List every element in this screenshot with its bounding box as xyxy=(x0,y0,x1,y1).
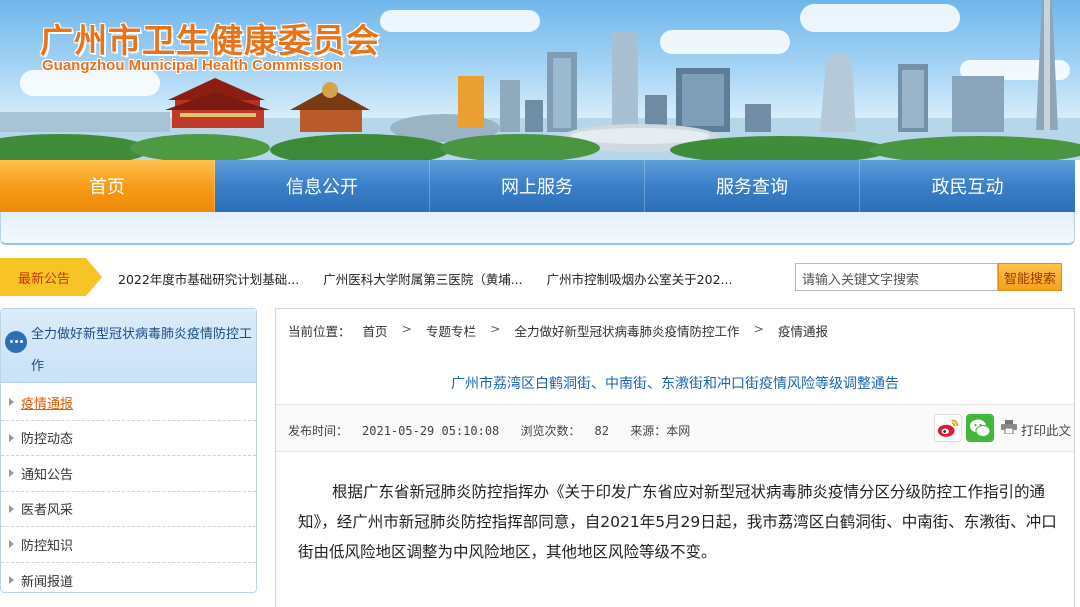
views-label: 浏览次数： xyxy=(520,424,581,438)
sidebar-item-epidemic-report[interactable]: 疫情通报 xyxy=(1,385,256,421)
sidebar-item-label: 防控知识 xyxy=(21,538,74,554)
published-label: 发布时间： xyxy=(288,424,349,438)
published-date: 2021-05-29 05:10:08 xyxy=(362,424,500,438)
sidebar: 全力做好新型冠状病毒肺炎疫情防控工作 疫情通报 防控动态 通知公告 医者风采 防… xyxy=(0,308,257,593)
article-panel: 当前位置： 首页 > 专题专栏 > 全力做好新型冠状病毒肺炎疫情防控工作 > 疫… xyxy=(275,308,1075,607)
breadcrumb-covid-link[interactable]: 全力做好新型冠状病毒肺炎疫情防控工作 xyxy=(515,321,740,340)
site-banner: 广州市卫生健康委员会 Guangzhou Municipal Health Co… xyxy=(0,0,1080,160)
sidebar-item-label: 通知公告 xyxy=(21,467,74,483)
chevron-right-icon: > xyxy=(401,321,413,336)
notice-item[interactable]: 广州医科大学附属第三医院（黄埔... xyxy=(323,269,522,288)
search-input[interactable]: 请输入关键文字搜索 xyxy=(795,263,998,291)
views-count: 82 xyxy=(594,424,609,438)
wechat-share-icon[interactable] xyxy=(966,414,994,442)
article-body: 根据广东省新冠肺炎防控指挥办《关于印发广东省应对新型冠状病毒肺炎疫情分区分级防控… xyxy=(298,483,1057,561)
notice-tag-badge xyxy=(0,258,102,296)
sidebar-item-prevention-news[interactable]: 防控动态 xyxy=(1,421,256,456)
site-title: 广州市卫生健康委员会 xyxy=(40,21,380,60)
bullet-triangle-icon xyxy=(9,504,14,513)
breadcrumb-prefix: 当前位置： xyxy=(288,324,351,339)
sidebar-item-medical-staff[interactable]: 医者风采 xyxy=(1,492,256,527)
source-label: 来源： xyxy=(630,424,667,438)
smart-search-button[interactable]: 智能搜索 xyxy=(998,263,1062,291)
main-nav: 首页 信息公开 网上服务 服务查询 政民互动 xyxy=(0,160,1075,212)
sidebar-item-label: 医者风采 xyxy=(21,503,74,519)
bullet-triangle-icon xyxy=(9,540,14,549)
article-meta: 发布时间： 2021-05-29 05:10:08 浏览次数： 82 来源：本网 xyxy=(288,422,704,439)
sidebar-heading: 全力做好新型冠状病毒肺炎疫情防控工作 xyxy=(31,327,253,374)
print-article-link[interactable]: 打印此文 xyxy=(1021,420,1071,439)
breadcrumb-home-link[interactable]: 首页 xyxy=(363,321,388,340)
bullet-triangle-icon xyxy=(9,469,14,478)
notice-bar: 最新公告 2022年度市基础研究计划基础... 广州医科大学附属第三医院（黄埔.… xyxy=(0,258,1080,296)
sidebar-heading-panel: 全力做好新型冠状病毒肺炎疫情防控工作 xyxy=(1,309,256,383)
bullet-triangle-icon xyxy=(9,576,14,585)
sidebar-list: 疫情通报 防控动态 通知公告 医者风采 防控知识 新闻报道 xyxy=(1,385,256,598)
sidebar-item-notices[interactable]: 通知公告 xyxy=(1,456,256,492)
nav-item-home[interactable]: 首页 xyxy=(0,160,215,212)
bullet-triangle-icon xyxy=(9,433,14,442)
nav-item-service-inquiry[interactable]: 服务查询 xyxy=(645,160,860,212)
nav-item-online-services[interactable]: 网上服务 xyxy=(430,160,645,212)
chevron-right-icon: > xyxy=(753,321,765,336)
notice-item[interactable]: 2022年度市基础研究计划基础... xyxy=(118,269,299,288)
nav-item-public-interaction[interactable]: 政民互动 xyxy=(860,160,1075,212)
article-title: 广州市荔湾区白鹤洞街、中南街、东漖街和冲口街疫情风险等级调整通告 xyxy=(451,376,899,392)
sidebar-item-label: 新闻报道 xyxy=(21,574,74,590)
breadcrumb: 当前位置： 首页 > 专题专栏 > 全力做好新型冠状病毒肺炎疫情防控工作 > 疫… xyxy=(288,321,828,340)
site-subtitle: Guangzhou Municipal Health Commission xyxy=(42,57,343,74)
notice-list: 2022年度市基础研究计划基础... 广州医科大学附属第三医院（黄埔... 广州… xyxy=(118,269,756,288)
weibo-share-icon[interactable] xyxy=(934,414,962,442)
sidebar-item-news-reports[interactable]: 新闻报道 xyxy=(1,563,256,599)
printer-icon[interactable] xyxy=(1001,420,1017,434)
sub-nav-bar xyxy=(0,212,1075,245)
sidebar-item-label: 疫情通报 xyxy=(21,396,74,412)
chevron-right-icon: > xyxy=(490,321,501,336)
source-value: 本网 xyxy=(666,424,691,438)
sidebar-item-label: 防控动态 xyxy=(21,432,74,448)
bullet-triangle-icon xyxy=(9,398,14,407)
sidebar-item-prevention-knowledge[interactable]: 防控知识 xyxy=(1,527,256,563)
nav-item-information-disclosure[interactable]: 信息公开 xyxy=(215,160,430,212)
breadcrumb-topics-link[interactable]: 专题专栏 xyxy=(426,321,476,340)
notice-item[interactable]: 广州市控制吸烟办公室关于202... xyxy=(547,269,733,288)
article-meta-bar: 发布时间： 2021-05-29 05:10:08 浏览次数： 82 来源：本网 打… xyxy=(276,404,1074,452)
breadcrumb-current[interactable]: 疫情通报 xyxy=(778,321,828,340)
chat-bubble-icon xyxy=(5,331,27,353)
